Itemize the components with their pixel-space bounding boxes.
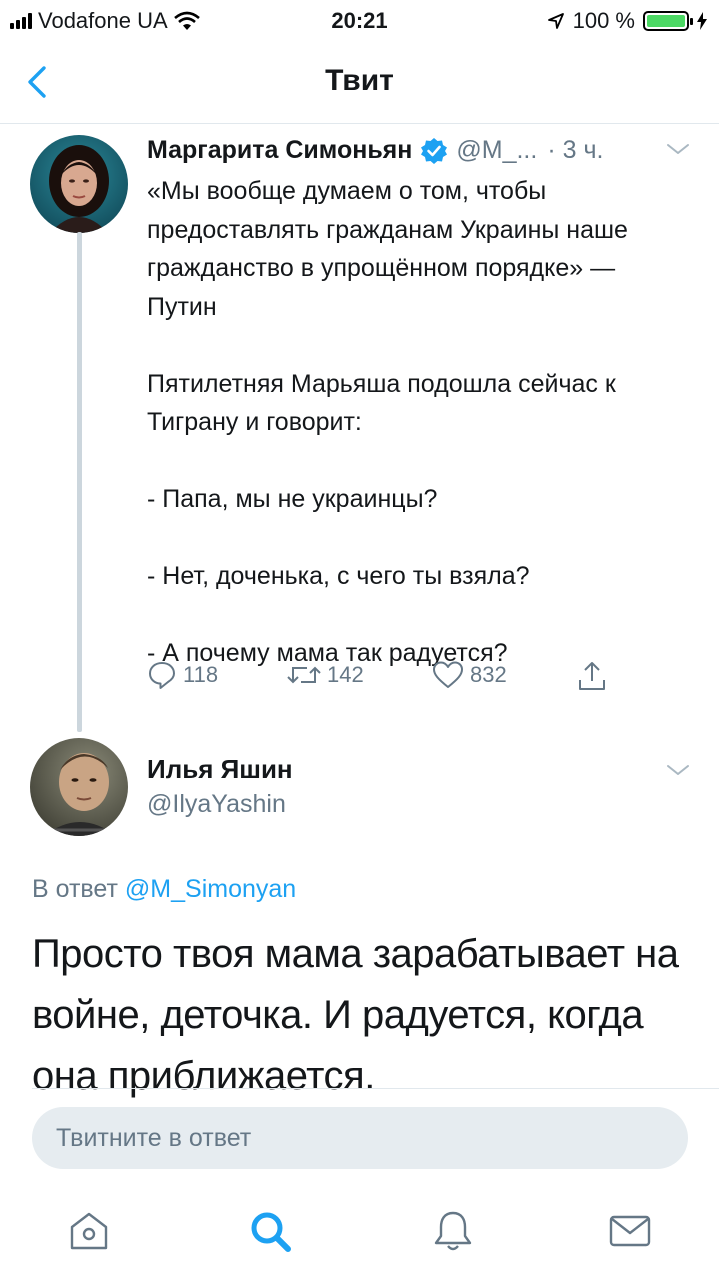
- reply-box[interactable]: [32, 1107, 688, 1169]
- tweet-text: Просто твоя мама зарабатывает на войне, …: [32, 932, 679, 1098]
- tweet-actions: 118 142 832: [147, 660, 617, 696]
- tab-messages[interactable]: [607, 1208, 653, 1254]
- tweet-header: Маргарита Симоньян @M_... · 3 ч.: [147, 136, 603, 165]
- retweet-button[interactable]: 142: [287, 660, 364, 690]
- location-arrow-icon: [547, 13, 564, 29]
- thread-connector: [77, 232, 82, 732]
- charging-bolt-icon: [697, 12, 707, 30]
- page-title: Твит: [325, 64, 394, 97]
- tab-search[interactable]: [247, 1208, 293, 1254]
- navigation-bar: Твит: [0, 40, 719, 124]
- battery-level: [647, 15, 685, 27]
- chevron-down-icon[interactable]: [666, 762, 690, 778]
- retweet-icon: [287, 666, 321, 684]
- tweet-text: «Мы вообще думаем о том, чтобы предостав…: [147, 177, 628, 667]
- reply-prefix: В ответ: [32, 875, 118, 903]
- battery-percent: 100 %: [572, 8, 635, 33]
- reply-context: В ответ @M_Simonyan: [32, 875, 296, 904]
- tweet-timestamp: · 3 ч.: [547, 136, 604, 164]
- home-icon: [70, 1212, 108, 1250]
- mail-icon: [609, 1215, 651, 1247]
- chevron-down-icon[interactable]: [666, 141, 690, 157]
- reply-count: 118: [183, 662, 219, 687]
- tab-notifications[interactable]: [430, 1208, 476, 1254]
- verified-badge-icon: [421, 137, 448, 164]
- divider: [32, 1088, 719, 1089]
- tab-bar: [0, 1190, 719, 1280]
- author-handle[interactable]: @M_...: [456, 136, 537, 165]
- author-handle[interactable]: @IlyaYashin: [147, 790, 286, 819]
- reply-to-link[interactable]: @M_Simonyan: [125, 875, 296, 903]
- bell-icon: [434, 1211, 472, 1251]
- avatar-simonyan[interactable]: [30, 135, 128, 233]
- heart-icon: [433, 661, 463, 688]
- reply-icon: [149, 662, 175, 689]
- author-name[interactable]: Маргарита Симоньян: [147, 136, 412, 165]
- retweet-count: 142: [327, 662, 364, 687]
- battery-icon: [643, 11, 693, 31]
- like-count: 832: [470, 662, 507, 687]
- like-button[interactable]: 832: [432, 660, 507, 690]
- avatar-yashin[interactable]: [30, 738, 128, 836]
- tab-home[interactable]: [66, 1208, 112, 1254]
- share-button[interactable]: [577, 660, 607, 692]
- search-icon: [251, 1212, 291, 1252]
- reply-button[interactable]: 118: [147, 660, 218, 690]
- status-bar: Vodafone UA 20:21 100 %: [0, 0, 719, 40]
- share-icon: [579, 662, 605, 690]
- author-name[interactable]: Илья Яшин: [147, 754, 293, 785]
- reply-input[interactable]: [32, 1107, 688, 1169]
